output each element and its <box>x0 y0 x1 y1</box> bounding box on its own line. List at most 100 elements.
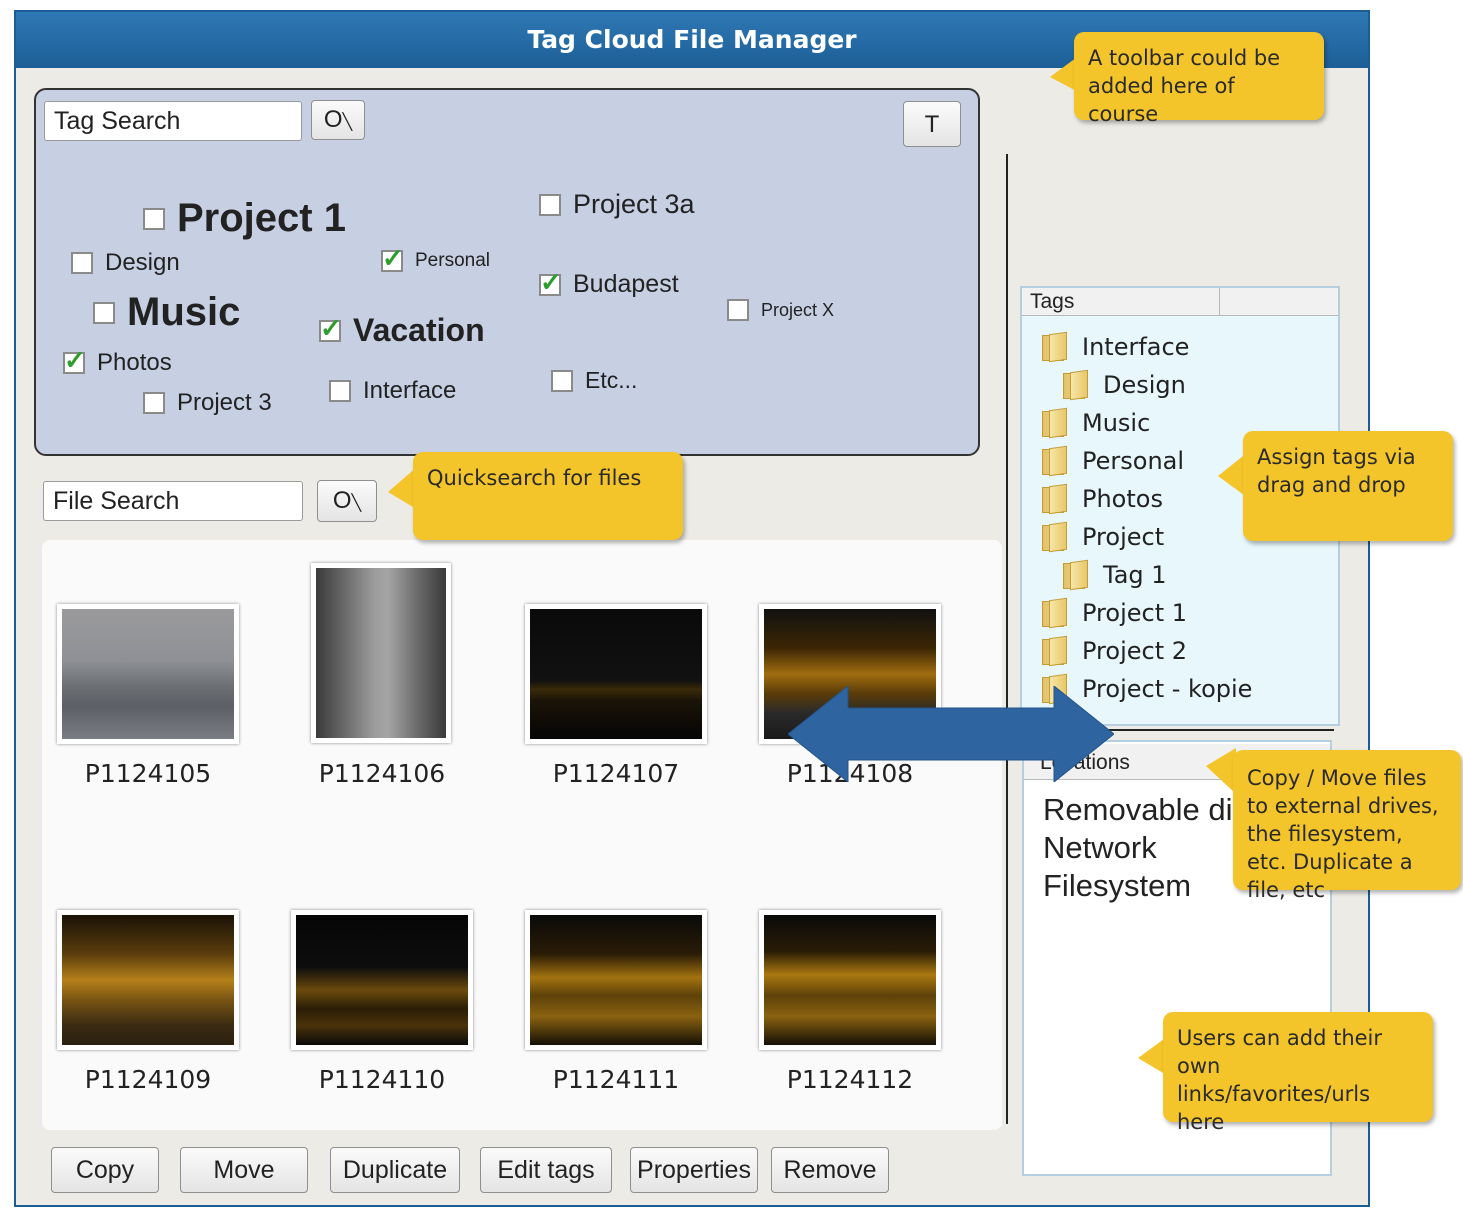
callout-copy: Copy / Move files to external drives, th… <box>1233 750 1461 902</box>
checkbox-checked[interactable] <box>63 345 86 376</box>
tag-label: Personal <box>415 250 490 271</box>
tag-etc[interactable]: Etc... <box>551 367 637 394</box>
tag-vacation[interactable]: Vacation <box>319 312 485 349</box>
checkbox[interactable] <box>143 207 165 230</box>
checkbox-checked[interactable] <box>381 243 404 274</box>
tree-item-tag-1[interactable]: Tag 1 <box>1063 561 1167 589</box>
tree-item-interface[interactable]: Interface <box>1042 333 1189 361</box>
tag-interface[interactable]: Interface <box>329 377 456 405</box>
file-name[interactable]: P1124105 <box>48 759 248 788</box>
tree-item-project-1[interactable]: Project 1 <box>1042 599 1187 627</box>
tag-music[interactable]: Music <box>93 290 240 335</box>
tag-label: Etc... <box>585 367 638 393</box>
checkbox[interactable] <box>329 380 351 402</box>
file-search-input[interactable]: File Search <box>43 481 303 521</box>
tag-photos[interactable]: Photos <box>63 345 172 377</box>
edit-tags-button[interactable]: Edit tags <box>480 1147 612 1193</box>
tag-project-3[interactable]: Project 3 <box>143 389 272 417</box>
tag-label: Interface <box>363 377 457 404</box>
file-thumbnail-2[interactable] <box>311 563 451 743</box>
search-icon-handle: ╲ <box>351 495 362 512</box>
tree-item-label: Project <box>1082 523 1165 551</box>
duplicate-button[interactable]: Duplicate <box>330 1147 460 1193</box>
tags-panel-header: Tags <box>1022 288 1338 316</box>
tag-label: Vacation <box>353 312 485 348</box>
location-filesystem[interactable]: Filesystem <box>1043 868 1191 904</box>
drag-arrow-icon <box>788 686 1114 782</box>
tag-label: Project 1 <box>177 196 346 240</box>
file-name[interactable]: P1124109 <box>48 1065 248 1094</box>
file-thumbnail-5[interactable] <box>57 910 239 1050</box>
tree-item-label: Design <box>1103 371 1186 399</box>
tag-project-1[interactable]: Project 1 <box>143 196 346 241</box>
splitter[interactable] <box>1006 154 1008 1124</box>
file-thumbnail-1[interactable] <box>57 604 239 744</box>
folder-icon <box>1063 371 1089 399</box>
tag-design[interactable]: Design <box>71 249 180 277</box>
checkbox-checked[interactable] <box>319 313 342 344</box>
search-icon: O <box>323 106 343 133</box>
tag-project-x[interactable]: Project X <box>727 299 834 321</box>
tree-item-project[interactable]: Project <box>1042 523 1164 551</box>
checkbox[interactable] <box>71 252 93 274</box>
photo-image <box>62 915 234 1045</box>
copy-button[interactable]: Copy <box>51 1147 159 1193</box>
file-thumbnail-6[interactable] <box>291 910 473 1050</box>
file-name[interactable]: P1124111 <box>516 1065 716 1094</box>
folder-icon <box>1042 333 1068 361</box>
callout-quicksearch: Quicksearch for files <box>413 452 683 540</box>
location-removable[interactable]: Removable di <box>1043 792 1233 828</box>
tree-item-personal[interactable]: Personal <box>1042 447 1184 475</box>
file-name[interactable]: P1124112 <box>750 1065 950 1094</box>
move-button[interactable]: Move <box>180 1147 308 1193</box>
location-network[interactable]: Network <box>1043 830 1157 866</box>
folder-icon <box>1042 409 1068 437</box>
tag-label: Project 3 <box>177 389 272 416</box>
tree-item-design[interactable]: Design <box>1063 371 1186 399</box>
tag-project-3a[interactable]: Project 3a <box>539 189 695 220</box>
tree-item-photos[interactable]: Photos <box>1042 485 1163 513</box>
tag-label: Project X <box>761 299 835 320</box>
tag-label: Music <box>127 290 241 334</box>
file-thumbnail-7[interactable] <box>525 910 707 1050</box>
file-name[interactable]: P1124107 <box>516 759 716 788</box>
tag-search-input[interactable]: Tag Search <box>44 101 302 141</box>
file-thumbnail-3[interactable] <box>525 604 707 744</box>
folder-icon <box>1042 637 1068 665</box>
photo-image <box>530 915 702 1045</box>
callout-toolbar: A toolbar could be added here of course <box>1074 32 1324 126</box>
file-name[interactable]: P1124110 <box>282 1065 482 1094</box>
tag-search-button[interactable]: O╲ <box>311 100 365 140</box>
checkbox[interactable] <box>143 392 165 414</box>
tag-label: Design <box>105 249 180 276</box>
tree-item-label: Music <box>1082 409 1151 437</box>
checkbox[interactable] <box>551 369 573 392</box>
folder-icon <box>1042 599 1068 627</box>
photo-image <box>62 609 234 739</box>
tag-label: Project 3a <box>573 189 695 219</box>
file-name[interactable]: P1124106 <box>282 759 482 788</box>
tree-item-music[interactable]: Music <box>1042 409 1150 437</box>
file-search-button[interactable]: O╲ <box>317 480 377 522</box>
tree-item-label: Project 2 <box>1082 637 1188 665</box>
photo-image <box>764 915 936 1045</box>
tag-label: Photos <box>97 349 172 376</box>
folder-icon <box>1042 523 1068 551</box>
remove-button[interactable]: Remove <box>771 1147 889 1193</box>
folder-icon <box>1063 561 1089 589</box>
checkbox[interactable] <box>539 193 561 216</box>
tag-label: Budapest <box>573 270 679 298</box>
photo-image <box>296 915 468 1045</box>
checkbox[interactable] <box>93 301 115 324</box>
checkbox[interactable] <box>727 299 749 321</box>
checkbox-checked[interactable] <box>539 267 562 298</box>
tree-item-project-2[interactable]: Project 2 <box>1042 637 1187 665</box>
tag-personal[interactable]: Personal <box>381 243 490 274</box>
folder-icon <box>1042 485 1068 513</box>
tree-item-label: Interface <box>1082 333 1190 361</box>
file-thumbnail-8[interactable] <box>759 910 941 1050</box>
header-divider <box>1219 288 1220 316</box>
tag-budapest[interactable]: Budapest <box>539 267 679 299</box>
properties-button[interactable]: Properties <box>630 1147 758 1193</box>
t-button[interactable]: T <box>903 101 961 147</box>
